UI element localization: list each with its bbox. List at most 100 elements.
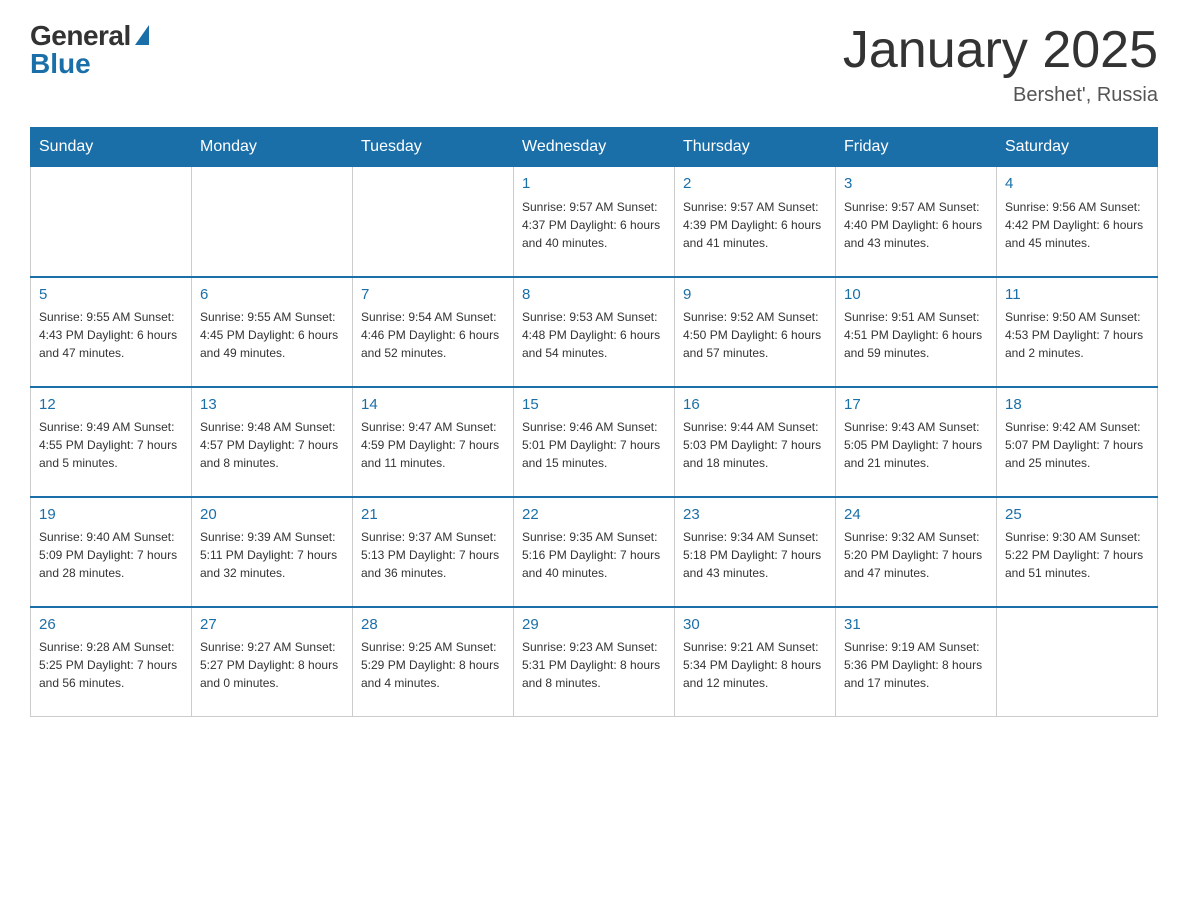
day-number: 11: [1005, 284, 1149, 307]
calendar-cell: 6Sunrise: 9:55 AM Sunset: 4:45 PM Daylig…: [192, 277, 353, 387]
calendar-cell: [192, 167, 353, 277]
day-info: Sunrise: 9:32 AM Sunset: 5:20 PM Dayligh…: [844, 528, 988, 582]
day-info: Sunrise: 9:57 AM Sunset: 4:39 PM Dayligh…: [683, 198, 827, 252]
calendar-cell: [31, 167, 192, 277]
calendar-cell: 27Sunrise: 9:27 AM Sunset: 5:27 PM Dayli…: [192, 607, 353, 717]
calendar-week-2: 5Sunrise: 9:55 AM Sunset: 4:43 PM Daylig…: [31, 277, 1158, 387]
calendar-cell: 2Sunrise: 9:57 AM Sunset: 4:39 PM Daylig…: [675, 167, 836, 277]
calendar-cell: 11Sunrise: 9:50 AM Sunset: 4:53 PM Dayli…: [997, 277, 1158, 387]
day-number: 28: [361, 614, 505, 637]
header-day-saturday: Saturday: [997, 128, 1158, 167]
calendar-cell: 15Sunrise: 9:46 AM Sunset: 5:01 PM Dayli…: [514, 387, 675, 497]
calendar-cell: 12Sunrise: 9:49 AM Sunset: 4:55 PM Dayli…: [31, 387, 192, 497]
day-info: Sunrise: 9:35 AM Sunset: 5:16 PM Dayligh…: [522, 528, 666, 582]
calendar-cell: [997, 607, 1158, 717]
calendar-cell: 20Sunrise: 9:39 AM Sunset: 5:11 PM Dayli…: [192, 497, 353, 607]
calendar-week-5: 26Sunrise: 9:28 AM Sunset: 5:25 PM Dayli…: [31, 607, 1158, 717]
day-info: Sunrise: 9:55 AM Sunset: 4:43 PM Dayligh…: [39, 308, 183, 362]
calendar-cell: 5Sunrise: 9:55 AM Sunset: 4:43 PM Daylig…: [31, 277, 192, 387]
title-area: January 2025 Bershet', Russia: [843, 20, 1158, 107]
calendar-cell: 7Sunrise: 9:54 AM Sunset: 4:46 PM Daylig…: [353, 277, 514, 387]
day-number: 17: [844, 394, 988, 417]
calendar-cell: 17Sunrise: 9:43 AM Sunset: 5:05 PM Dayli…: [836, 387, 997, 497]
calendar-cell: 31Sunrise: 9:19 AM Sunset: 5:36 PM Dayli…: [836, 607, 997, 717]
calendar-cell: 22Sunrise: 9:35 AM Sunset: 5:16 PM Dayli…: [514, 497, 675, 607]
day-number: 2: [683, 173, 827, 196]
day-info: Sunrise: 9:53 AM Sunset: 4:48 PM Dayligh…: [522, 308, 666, 362]
day-info: Sunrise: 9:28 AM Sunset: 5:25 PM Dayligh…: [39, 638, 183, 692]
calendar-week-3: 12Sunrise: 9:49 AM Sunset: 4:55 PM Dayli…: [31, 387, 1158, 497]
day-number: 22: [522, 504, 666, 527]
day-info: Sunrise: 9:21 AM Sunset: 5:34 PM Dayligh…: [683, 638, 827, 692]
calendar-cell: 29Sunrise: 9:23 AM Sunset: 5:31 PM Dayli…: [514, 607, 675, 717]
calendar-cell: [353, 167, 514, 277]
day-number: 14: [361, 394, 505, 417]
day-info: Sunrise: 9:50 AM Sunset: 4:53 PM Dayligh…: [1005, 308, 1149, 362]
day-number: 24: [844, 504, 988, 527]
day-number: 26: [39, 614, 183, 637]
calendar-week-1: 1Sunrise: 9:57 AM Sunset: 4:37 PM Daylig…: [31, 167, 1158, 277]
page-header: General Blue January 2025 Bershet', Russ…: [30, 20, 1158, 107]
day-info: Sunrise: 9:30 AM Sunset: 5:22 PM Dayligh…: [1005, 528, 1149, 582]
logo-triangle-icon: [135, 25, 149, 45]
header-day-wednesday: Wednesday: [514, 128, 675, 167]
day-info: Sunrise: 9:47 AM Sunset: 4:59 PM Dayligh…: [361, 418, 505, 472]
day-info: Sunrise: 9:39 AM Sunset: 5:11 PM Dayligh…: [200, 528, 344, 582]
day-number: 5: [39, 284, 183, 307]
calendar-cell: 24Sunrise: 9:32 AM Sunset: 5:20 PM Dayli…: [836, 497, 997, 607]
calendar-header: SundayMondayTuesdayWednesdayThursdayFrid…: [31, 128, 1158, 167]
day-number: 4: [1005, 173, 1149, 196]
day-info: Sunrise: 9:49 AM Sunset: 4:55 PM Dayligh…: [39, 418, 183, 472]
day-number: 7: [361, 284, 505, 307]
calendar-cell: 10Sunrise: 9:51 AM Sunset: 4:51 PM Dayli…: [836, 277, 997, 387]
calendar-cell: 16Sunrise: 9:44 AM Sunset: 5:03 PM Dayli…: [675, 387, 836, 497]
day-number: 16: [683, 394, 827, 417]
header-row: SundayMondayTuesdayWednesdayThursdayFrid…: [31, 128, 1158, 167]
header-day-sunday: Sunday: [31, 128, 192, 167]
day-number: 19: [39, 504, 183, 527]
calendar-cell: 30Sunrise: 9:21 AM Sunset: 5:34 PM Dayli…: [675, 607, 836, 717]
header-day-friday: Friday: [836, 128, 997, 167]
day-number: 15: [522, 394, 666, 417]
day-number: 8: [522, 284, 666, 307]
day-info: Sunrise: 9:40 AM Sunset: 5:09 PM Dayligh…: [39, 528, 183, 582]
day-info: Sunrise: 9:48 AM Sunset: 4:57 PM Dayligh…: [200, 418, 344, 472]
calendar-cell: 19Sunrise: 9:40 AM Sunset: 5:09 PM Dayli…: [31, 497, 192, 607]
logo-blue-text: Blue: [30, 48, 91, 80]
day-info: Sunrise: 9:46 AM Sunset: 5:01 PM Dayligh…: [522, 418, 666, 472]
calendar-cell: 1Sunrise: 9:57 AM Sunset: 4:37 PM Daylig…: [514, 167, 675, 277]
calendar-cell: 3Sunrise: 9:57 AM Sunset: 4:40 PM Daylig…: [836, 167, 997, 277]
calendar-cell: 8Sunrise: 9:53 AM Sunset: 4:48 PM Daylig…: [514, 277, 675, 387]
calendar-cell: 9Sunrise: 9:52 AM Sunset: 4:50 PM Daylig…: [675, 277, 836, 387]
day-number: 27: [200, 614, 344, 637]
day-info: Sunrise: 9:55 AM Sunset: 4:45 PM Dayligh…: [200, 308, 344, 362]
day-info: Sunrise: 9:51 AM Sunset: 4:51 PM Dayligh…: [844, 308, 988, 362]
calendar-table: SundayMondayTuesdayWednesdayThursdayFrid…: [30, 127, 1158, 717]
day-info: Sunrise: 9:27 AM Sunset: 5:27 PM Dayligh…: [200, 638, 344, 692]
header-day-monday: Monday: [192, 128, 353, 167]
day-info: Sunrise: 9:52 AM Sunset: 4:50 PM Dayligh…: [683, 308, 827, 362]
day-number: 3: [844, 173, 988, 196]
day-info: Sunrise: 9:34 AM Sunset: 5:18 PM Dayligh…: [683, 528, 827, 582]
day-info: Sunrise: 9:23 AM Sunset: 5:31 PM Dayligh…: [522, 638, 666, 692]
day-number: 25: [1005, 504, 1149, 527]
day-info: Sunrise: 9:44 AM Sunset: 5:03 PM Dayligh…: [683, 418, 827, 472]
calendar-cell: 18Sunrise: 9:42 AM Sunset: 5:07 PM Dayli…: [997, 387, 1158, 497]
day-number: 20: [200, 504, 344, 527]
month-title: January 2025: [843, 20, 1158, 80]
day-number: 10: [844, 284, 988, 307]
day-info: Sunrise: 9:25 AM Sunset: 5:29 PM Dayligh…: [361, 638, 505, 692]
day-number: 6: [200, 284, 344, 307]
day-number: 23: [683, 504, 827, 527]
day-info: Sunrise: 9:54 AM Sunset: 4:46 PM Dayligh…: [361, 308, 505, 362]
day-number: 29: [522, 614, 666, 637]
header-day-tuesday: Tuesday: [353, 128, 514, 167]
header-day-thursday: Thursday: [675, 128, 836, 167]
calendar-week-4: 19Sunrise: 9:40 AM Sunset: 5:09 PM Dayli…: [31, 497, 1158, 607]
location-subtitle: Bershet', Russia: [843, 84, 1158, 107]
day-info: Sunrise: 9:42 AM Sunset: 5:07 PM Dayligh…: [1005, 418, 1149, 472]
calendar-body: 1Sunrise: 9:57 AM Sunset: 4:37 PM Daylig…: [31, 167, 1158, 717]
calendar-cell: 23Sunrise: 9:34 AM Sunset: 5:18 PM Dayli…: [675, 497, 836, 607]
calendar-cell: 21Sunrise: 9:37 AM Sunset: 5:13 PM Dayli…: [353, 497, 514, 607]
day-number: 9: [683, 284, 827, 307]
